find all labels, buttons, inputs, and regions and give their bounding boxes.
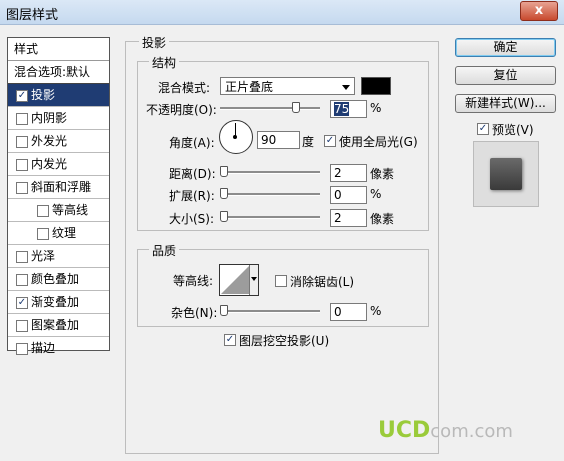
style-list: 样式 混合选项:默认 ✓ 投影 内阴影 外发光 内发光 斜面和浮雕 等高线 纹理 … xyxy=(7,37,110,355)
contour-picker[interactable] xyxy=(219,264,259,296)
noise-label: 杂色(N): xyxy=(171,306,218,320)
noise-slider[interactable] xyxy=(220,305,320,316)
shadow-color-swatch[interactable] xyxy=(361,77,391,95)
style-item-pattern-overlay[interactable]: 图案叠加 xyxy=(8,314,109,337)
stroke-checkbox[interactable] xyxy=(16,343,28,355)
style-item-color-overlay[interactable]: 颜色叠加 xyxy=(8,268,109,291)
distance-input[interactable]: 2 xyxy=(330,164,367,182)
style-list-header[interactable]: 样式 xyxy=(8,38,109,61)
drop-shadow-checkbox[interactable]: ✓ xyxy=(16,90,28,102)
watermark: UCDcom.com xyxy=(378,418,513,443)
quality-title: 品质 xyxy=(149,242,180,259)
contour-checkbox[interactable] xyxy=(37,205,49,217)
knockout-checkbox[interactable]: ✓ xyxy=(224,334,236,346)
style-preview xyxy=(473,141,539,207)
style-item-drop-shadow[interactable]: ✓ 投影 xyxy=(8,84,109,107)
spread-input[interactable]: 0 xyxy=(330,186,367,204)
opacity-slider-thumb[interactable] xyxy=(292,102,300,113)
opacity-slider[interactable] xyxy=(220,102,320,113)
pattern-overlay-checkbox[interactable] xyxy=(16,320,28,332)
spread-label: 扩展(R): xyxy=(169,189,215,203)
angle-input[interactable]: 90 xyxy=(257,131,300,149)
spread-slider-thumb[interactable] xyxy=(220,188,228,199)
contour-curve-icon xyxy=(221,266,249,294)
size-slider-thumb[interactable] xyxy=(220,211,228,222)
blending-options-default[interactable]: 混合选项:默认 xyxy=(8,61,109,84)
new-style-button[interactable]: 新建样式(W)... xyxy=(455,94,556,113)
distance-slider-thumb[interactable] xyxy=(220,166,228,177)
style-item-inner-shadow[interactable]: 内阴影 xyxy=(8,107,109,130)
spread-unit: % xyxy=(370,187,382,201)
opacity-label: 不透明度(O): xyxy=(146,103,217,117)
style-item-satin[interactable]: 光泽 xyxy=(8,245,109,268)
style-item-texture[interactable]: 纹理 xyxy=(8,222,109,245)
outer-glow-checkbox[interactable] xyxy=(16,136,28,148)
noise-input[interactable]: 0 xyxy=(330,303,367,321)
angle-dial[interactable] xyxy=(219,120,253,154)
inner-glow-checkbox[interactable] xyxy=(16,159,28,171)
style-item-bevel-emboss[interactable]: 斜面和浮雕 xyxy=(8,176,109,199)
style-item-stroke[interactable]: 描边 xyxy=(8,337,109,359)
opacity-unit: % xyxy=(370,101,382,115)
size-input[interactable]: 2 xyxy=(330,209,367,227)
reset-button[interactable]: 复位 xyxy=(455,66,556,85)
layer-style-dialog: 图层样式 x 样式 混合选项:默认 ✓ 投影 内阴影 外发光 内发光 斜面和浮雕 … xyxy=(0,0,564,461)
inner-shadow-checkbox[interactable] xyxy=(16,113,28,125)
satin-checkbox[interactable] xyxy=(16,251,28,263)
antialias-label[interactable]: 消除锯齿(L) xyxy=(290,273,354,290)
bevel-emboss-checkbox[interactable] xyxy=(16,182,28,194)
contour-label: 等高线: xyxy=(173,274,214,288)
color-overlay-checkbox[interactable] xyxy=(16,274,28,286)
size-unit: 像素 xyxy=(370,212,395,226)
close-button[interactable]: x xyxy=(520,1,558,21)
style-item-contour[interactable]: 等高线 xyxy=(8,199,109,222)
texture-checkbox[interactable] xyxy=(37,228,49,240)
use-global-light-label[interactable]: 使用全局光(G) xyxy=(339,133,418,150)
drop-shadow-group-title: 投影 xyxy=(139,34,170,51)
use-global-light-checkbox[interactable]: ✓ xyxy=(324,135,336,147)
size-slider[interactable] xyxy=(220,211,320,222)
knockout-label[interactable]: 图层挖空投影(U) xyxy=(239,332,329,349)
contour-dropdown-button[interactable] xyxy=(249,265,258,295)
preview-checkbox[interactable]: ✓ xyxy=(477,123,489,135)
opacity-input[interactable]: 75 xyxy=(330,100,367,118)
window-title: 图层样式 xyxy=(6,8,59,23)
angle-unit: 度 xyxy=(302,135,315,149)
blend-mode-select[interactable]: 正片叠底 xyxy=(220,77,355,95)
antialias-checkbox[interactable] xyxy=(275,275,287,287)
style-item-outer-glow[interactable]: 外发光 xyxy=(8,130,109,153)
structure-title: 结构 xyxy=(149,54,180,71)
distance-label: 距离(D): xyxy=(169,167,216,181)
blend-mode-label: 混合模式: xyxy=(158,81,211,95)
chevron-down-icon xyxy=(342,85,350,90)
title-bar: 图层样式 x xyxy=(0,0,564,25)
noise-slider-thumb[interactable] xyxy=(220,305,228,316)
preview-square xyxy=(490,158,522,190)
spread-slider[interactable] xyxy=(220,188,320,199)
angle-label: 角度(A): xyxy=(169,136,215,150)
style-item-gradient-overlay[interactable]: ✓ 渐变叠加 xyxy=(8,291,109,314)
distance-slider[interactable] xyxy=(220,166,320,177)
ok-button[interactable]: 确定 xyxy=(455,38,556,57)
noise-unit: % xyxy=(370,304,382,318)
distance-unit: 像素 xyxy=(370,167,395,181)
gradient-overlay-checkbox[interactable]: ✓ xyxy=(16,297,28,309)
preview-label[interactable]: 预览(V) xyxy=(492,121,534,138)
style-item-inner-glow[interactable]: 内发光 xyxy=(8,153,109,176)
size-label: 大小(S): xyxy=(169,212,215,226)
